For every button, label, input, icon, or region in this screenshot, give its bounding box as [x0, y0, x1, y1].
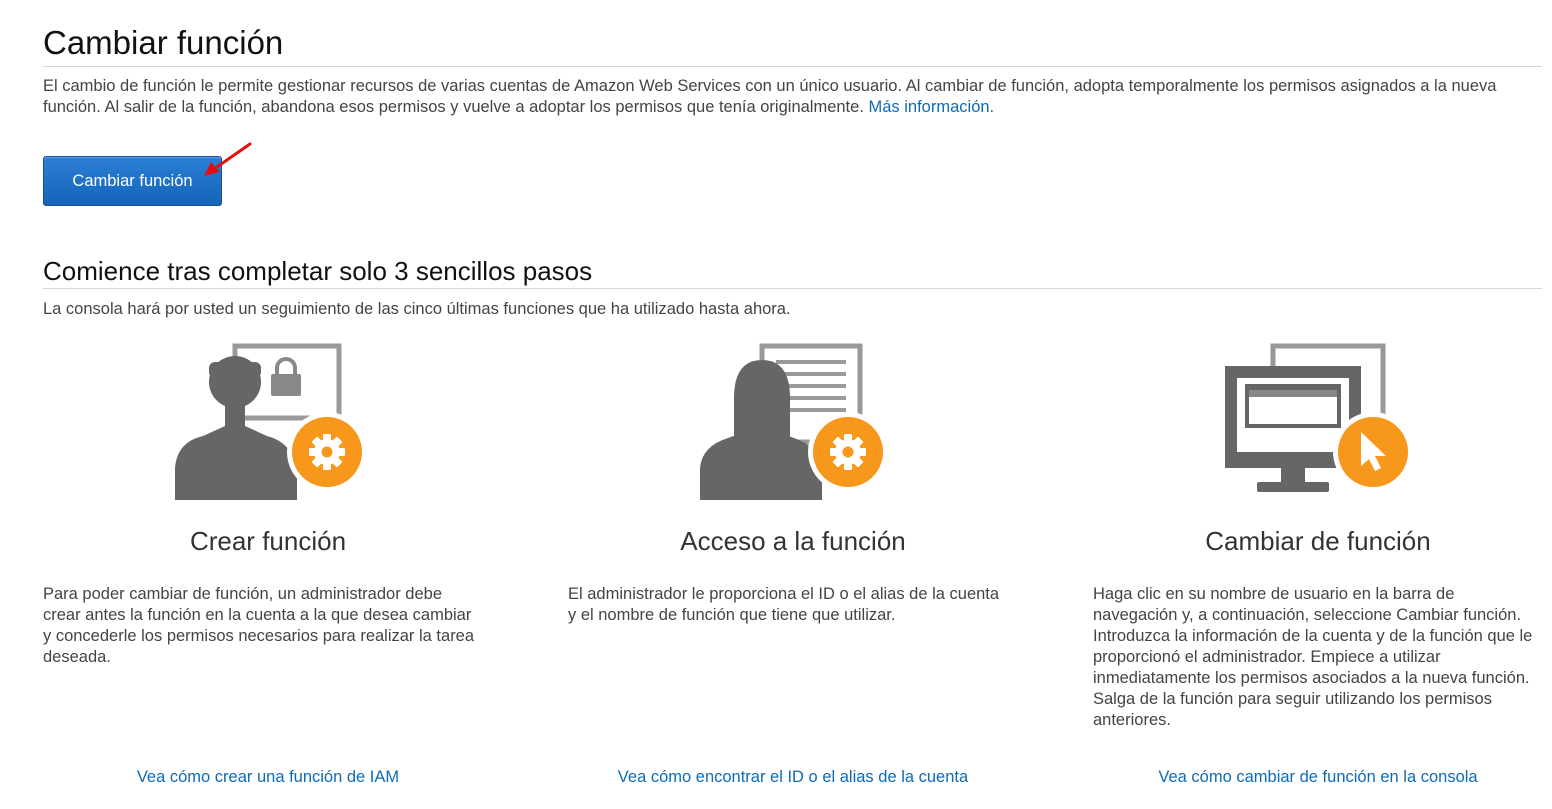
switch-role-console-link[interactable]: Vea cómo cambiar de función en la consol…	[1093, 768, 1543, 787]
intro-paragraph: El cambio de función le permite gestiona…	[43, 76, 1543, 118]
learn-more-link[interactable]: Más información.	[869, 98, 995, 116]
find-account-id-link[interactable]: Vea cómo encontrar el ID o el alias de l…	[568, 768, 1018, 787]
page-title: Cambiar función	[43, 24, 284, 61]
step-description: Haga clic en su nombre de usuario en la …	[1093, 585, 1533, 729]
step-title: Cambiar de función	[1205, 526, 1431, 556]
create-iam-role-link[interactable]: Vea cómo crear una función de IAM	[43, 768, 493, 787]
step-description: El administrador le proporciona el ID o …	[568, 585, 1000, 624]
switch-role-button[interactable]: Cambiar función	[43, 156, 222, 206]
steps-subtext: La consola hará por usted un seguimiento…	[43, 300, 791, 318]
intro-text: El cambio de función le permite gestiona…	[43, 77, 1497, 116]
steps-heading: Comience tras completar solo 3 sencillos…	[43, 256, 593, 286]
monitor-cursor-icon	[1225, 343, 1413, 492]
step-description: Para poder cambiar de función, un admini…	[43, 585, 475, 666]
step-title: Crear función	[189, 526, 347, 556]
step-title: Acceso a la función	[680, 526, 906, 556]
admin-lock-gear-icon	[175, 343, 367, 500]
title-divider	[43, 66, 1542, 67]
annotation-arrow-icon	[204, 142, 252, 176]
user-document-gear-icon	[700, 343, 888, 500]
steps-divider	[43, 288, 1542, 289]
